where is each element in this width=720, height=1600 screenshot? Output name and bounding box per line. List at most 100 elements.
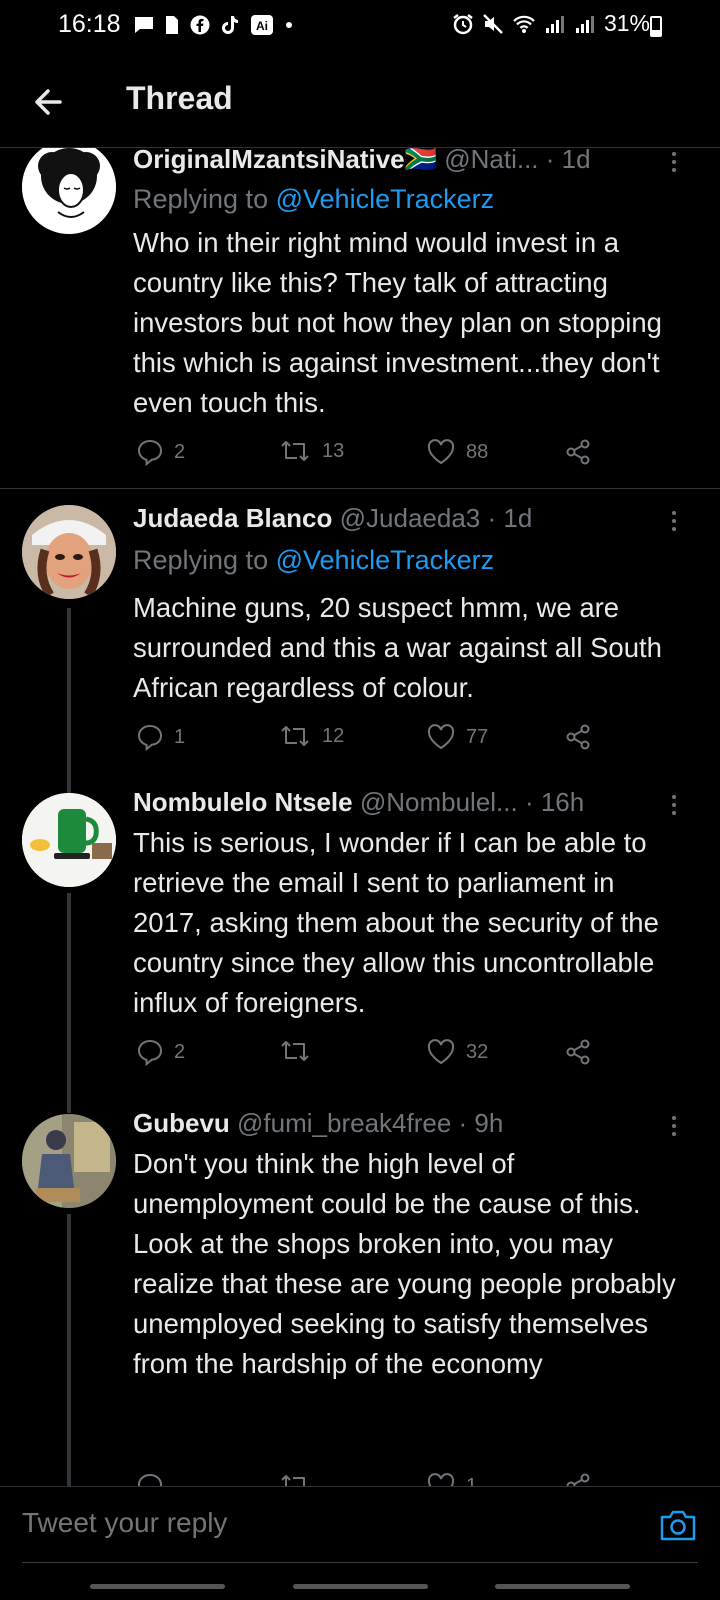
facebook-icon (190, 15, 210, 35)
like-button[interactable]: 88 (426, 438, 488, 466)
replying-to: Replying to @VehicleTrackerz (133, 184, 494, 215)
mention-link[interactable]: @VehicleTrackerz (276, 545, 494, 575)
tweet-header: Gubevu @fumi_break4free · 9h (133, 1108, 680, 1139)
more-options-icon[interactable] (672, 1116, 678, 1136)
back-arrow-icon[interactable] (30, 82, 70, 122)
display-name[interactable]: Gubevu (133, 1108, 230, 1138)
tweet-text: Who in their right mind would invest in … (133, 227, 662, 418)
share-button[interactable] (564, 1038, 592, 1066)
heart-icon (426, 1472, 456, 1486)
avatar-image (22, 1114, 116, 1208)
tweet[interactable]: Judaeda Blanco @Judaeda3 · 1d Replying t… (0, 503, 720, 783)
retweet-count: 12 (322, 724, 345, 747)
display-name[interactable]: Nombulelo Ntsele (133, 787, 353, 817)
replying-label: Replying to (133, 545, 269, 575)
avatar[interactable] (22, 148, 116, 234)
retweet-button[interactable]: 12 (278, 723, 344, 749)
retweet-button[interactable] (278, 1472, 322, 1486)
avatar-image (22, 793, 116, 887)
tweet-actions: 1 12 77 (136, 723, 606, 757)
display-name[interactable]: Judaeda Blanco (133, 503, 332, 533)
tweet-actions: 1 (136, 1472, 606, 1486)
more-options-icon[interactable] (672, 795, 678, 815)
page-title: Thread (126, 80, 233, 116)
heart-icon (426, 1038, 456, 1066)
retweet-button[interactable] (278, 1038, 322, 1064)
like-button[interactable]: 32 (426, 1038, 488, 1066)
reply-button[interactable]: 1 (136, 723, 185, 751)
user-handle[interactable]: @Nombulel... (360, 787, 518, 817)
retweet-icon (278, 438, 312, 464)
dot-icon (285, 21, 293, 29)
heart-icon (426, 438, 456, 466)
input-underline (22, 1562, 698, 1563)
share-icon (564, 438, 592, 466)
thread-feed[interactable]: OriginalMzantsiNative🇿🇦 @Nati... · 1d Re… (0, 148, 720, 1486)
timestamp: · 1d (487, 503, 533, 533)
share-button[interactable] (564, 723, 592, 751)
retweet-icon (278, 723, 312, 749)
avatar[interactable] (22, 793, 116, 887)
reply-count: 2 (174, 1040, 186, 1063)
reply-icon (136, 438, 164, 466)
share-icon (564, 1038, 592, 1066)
signal-1-icon (544, 14, 566, 34)
tweet-text: This is serious, I wonder if I can be ab… (133, 827, 659, 1018)
heart-icon (426, 723, 456, 751)
reply-button[interactable]: 2 (136, 1038, 185, 1066)
wifi-icon (512, 14, 536, 34)
tweet-header: Judaeda Blanco @Judaeda3 · 1d (133, 503, 680, 534)
like-count: 88 (466, 440, 489, 463)
system-icons: 31% (452, 10, 650, 37)
mention-link[interactable]: @VehicleTrackerz (276, 184, 494, 214)
replying-label: Replying to (133, 184, 269, 214)
tweet[interactable]: Gubevu @fumi_break4free · 9h Don't you t… (0, 1108, 720, 1486)
nav-bar-recents[interactable] (90, 1584, 225, 1589)
battery-percent: 31% (603, 10, 650, 36)
reply-button[interactable] (136, 1472, 174, 1486)
avatar[interactable] (22, 1114, 116, 1208)
reply-button[interactable]: 2 (136, 438, 185, 466)
message-icon (134, 16, 154, 34)
retweet-count: 13 (322, 439, 345, 462)
svg-text:Ai: Ai (256, 19, 268, 33)
avatar[interactable] (22, 505, 116, 599)
status-bar: 16:18 Ai 31% (0, 0, 720, 52)
like-count: 32 (466, 1040, 489, 1063)
tweet[interactable]: Nombulelo Ntsele @Nombulel... · 16h This… (0, 787, 720, 1093)
tiktok-icon (221, 15, 239, 35)
like-button[interactable]: 1 (426, 1472, 477, 1486)
more-options-icon[interactable] (672, 152, 678, 172)
display-name[interactable]: OriginalMzantsiNative (133, 148, 405, 174)
alarm-icon (452, 13, 474, 35)
like-count: 1 (466, 1474, 478, 1487)
user-handle[interactable]: @Judaeda3 (340, 503, 481, 533)
reply-icon (136, 1472, 164, 1486)
notification-icons: Ai (134, 14, 293, 36)
nav-bar-home[interactable] (293, 1584, 428, 1589)
tweet-text: Don't you think the high level of unempl… (133, 1148, 676, 1379)
user-handle[interactable]: @Nati... (444, 148, 538, 174)
user-handle[interactable]: @fumi_break4free (237, 1108, 451, 1138)
tweet-actions: 2 32 (136, 1038, 606, 1072)
retweet-icon (278, 1472, 312, 1486)
reply-icon (136, 723, 164, 751)
share-icon (564, 1472, 592, 1486)
status-time: 16:18 (58, 10, 121, 38)
tweet[interactable]: OriginalMzantsiNative🇿🇦 @Nati... · 1d Re… (0, 148, 720, 488)
nav-bar-back[interactable] (495, 1584, 630, 1589)
reply-count: 2 (174, 440, 186, 463)
more-options-icon[interactable] (672, 511, 678, 531)
tweet-text: Machine guns, 20 suspect hmm, we are sur… (133, 592, 662, 703)
reply-icon (136, 1038, 164, 1066)
camera-icon[interactable] (658, 1505, 698, 1545)
avatar-image (22, 148, 116, 234)
replying-to: Replying to @VehicleTrackerz (133, 545, 494, 576)
share-button[interactable] (564, 1472, 592, 1486)
like-button[interactable]: 77 (426, 723, 488, 751)
retweet-button[interactable]: 13 (278, 438, 344, 464)
thread-header: Thread (0, 52, 720, 148)
reply-input[interactable] (22, 1507, 622, 1539)
share-button[interactable] (564, 438, 592, 466)
reply-count: 1 (174, 725, 186, 748)
